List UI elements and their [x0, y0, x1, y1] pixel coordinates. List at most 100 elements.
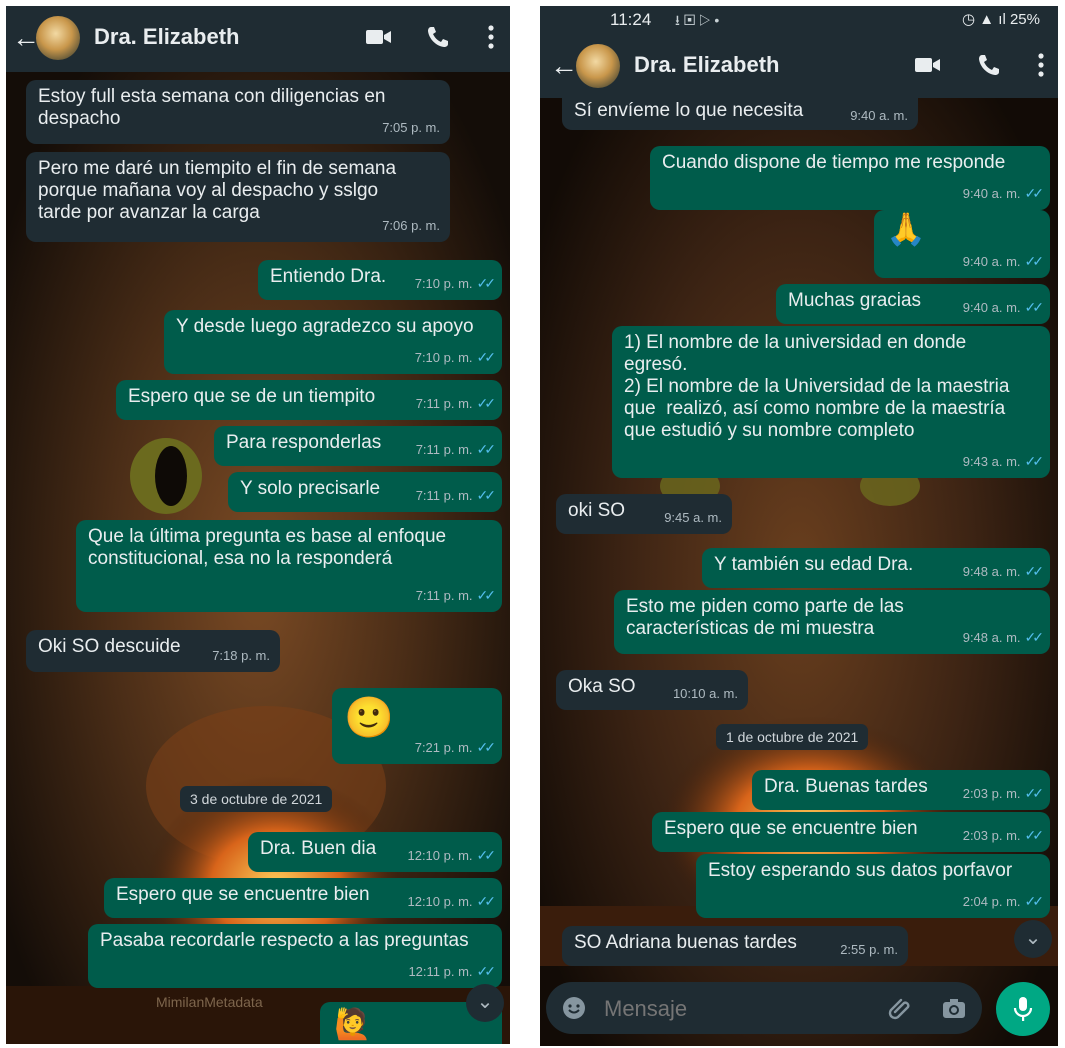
message-time: 7:10 p. m. ✓✓ — [414, 275, 496, 291]
message-time: 7:11 p. m. ✓✓ — [415, 395, 497, 411]
message-time: 9:48 a. m. ✓✓ — [962, 629, 1044, 645]
message-incoming[interactable]: Sí envíeme lo que necesita 9:40 a. m. — [562, 98, 918, 130]
message-outgoing[interactable]: Dra. Buen dia 12:10 p. m. ✓✓ — [248, 832, 502, 872]
message-time: 2:03 p. m. ✓✓ — [962, 785, 1044, 801]
read-ticks-icon: ✓✓ — [476, 487, 497, 503]
message-time: 7:21 p. m. ✓✓ — [414, 739, 497, 755]
message-time: 7:10 p. m. ✓✓ — [414, 349, 496, 365]
contact-name[interactable]: Dra. Elizabeth — [94, 24, 239, 50]
chat-header: ← Dra. Elizabeth — [540, 36, 1058, 98]
message-text: Para responderlas — [226, 432, 382, 453]
message-time: 9:40 a. m. ✓✓ — [962, 253, 1044, 269]
message-text: Y solo precisarle — [240, 478, 381, 499]
message-outgoing[interactable]: Esto me piden como parte de las caracter… — [614, 590, 1050, 654]
message-input[interactable] — [602, 994, 846, 1024]
message-time: 10:10 a. m. — [672, 686, 738, 701]
emoji-smile: 🙂 — [344, 696, 394, 740]
read-ticks-icon: ✓✓ — [1024, 563, 1045, 579]
contact-name[interactable]: Dra. Elizabeth — [634, 52, 779, 78]
message-outgoing[interactable]: 🙂 7:21 p. m. ✓✓ — [332, 688, 502, 764]
emoji-raising-hand: 🙋 — [334, 1008, 372, 1041]
read-ticks-icon: ✓✓ — [1024, 299, 1045, 315]
message-time: 9:48 a. m. ✓✓ — [962, 563, 1045, 579]
scroll-to-bottom-button[interactable]: ⌄ — [466, 984, 504, 1022]
microphone-icon — [1013, 997, 1033, 1021]
read-ticks-icon: ✓✓ — [476, 395, 497, 411]
message-outgoing[interactable]: Entiendo Dra. 7:10 p. m. ✓✓ — [258, 260, 502, 300]
read-ticks-icon: ✓✓ — [1024, 827, 1045, 843]
read-ticks-icon: ✓✓ — [476, 739, 497, 755]
read-ticks-icon: ✓✓ — [476, 847, 497, 863]
read-ticks-icon: ✓✓ — [476, 893, 497, 909]
message-incoming[interactable]: Estoy full esta semana con diligencias e… — [26, 80, 450, 144]
message-text: Cuando dispone de tiempo me responde — [662, 152, 1006, 173]
voice-call-icon[interactable] — [972, 48, 1006, 82]
status-time: 11:24 — [610, 10, 652, 29]
message-text: Estoy esperando sus datos porfavor — [708, 860, 1013, 881]
signal-icon: ◷ ▲ ıl — [962, 11, 1010, 28]
message-outgoing[interactable]: Espero que se de un tiempito 7:11 p. m. ✓… — [116, 380, 502, 420]
message-outgoing[interactable]: Pasaba recordarle respecto a las pregunt… — [88, 924, 502, 988]
message-time: 7:11 p. m. ✓✓ — [415, 441, 497, 457]
message-incoming[interactable]: Oki SO descuide 7:18 p. m. — [26, 630, 280, 672]
message-time: 7:06 p. m. — [382, 218, 440, 233]
message-outgoing[interactable]: Dra. Buenas tardes 2:03 p. m. ✓✓ — [752, 770, 1050, 810]
message-text: Oki SO descuide — [38, 636, 181, 657]
contact-avatar[interactable] — [36, 16, 80, 60]
date-separator: 1 de octubre de 2021 — [716, 724, 869, 750]
message-incoming[interactable]: Oka SO 10:10 a. m. — [556, 670, 748, 710]
message-time: 7:11 p. m. ✓✓ — [415, 587, 496, 603]
camera-icon[interactable] — [940, 994, 968, 1022]
message-outgoing[interactable]: Muchas gracias 9:40 a. m. ✓✓ — [776, 284, 1050, 324]
voice-call-icon[interactable] — [421, 20, 455, 54]
back-arrow-icon[interactable]: ← — [550, 52, 578, 80]
message-time: 9:40 a. m. ✓✓ — [962, 299, 1045, 315]
message-outgoing[interactable]: Espero que se encuentre bien 12:10 p. m.… — [104, 878, 502, 918]
message-outgoing[interactable]: Estoy esperando sus datos porfavor 2:04 … — [696, 854, 1050, 918]
read-ticks-icon: ✓✓ — [476, 963, 497, 979]
message-time: 9:40 a. m. — [850, 108, 908, 123]
message-text: Muchas gracias — [788, 290, 922, 311]
message-text: Que la última pregunta es base al enfoqu… — [88, 526, 452, 569]
message-outgoing[interactable]: Cuando dispone de tiempo me responde 9:4… — [650, 146, 1050, 210]
message-outgoing[interactable]: Que la última pregunta es base al enfoqu… — [76, 520, 502, 612]
message-text: SO Adriana buenas tardes — [574, 932, 797, 953]
message-text: Dra. Buen dia — [260, 838, 377, 859]
video-call-icon[interactable] — [361, 20, 395, 54]
message-text: oki SO — [568, 500, 626, 521]
message-time: 9:43 a. m. ✓✓ — [962, 453, 1045, 469]
message-text: Y también su edad Dra. — [714, 554, 914, 575]
attach-icon[interactable] — [886, 994, 914, 1022]
right-screenshot: 11:24 ⭳ ▣ ▷ • ◷ ▲ ıl 25% ← Dra. Elizabet… — [540, 6, 1058, 1046]
message-text: Y desde luego agradezco su apoyo — [176, 316, 474, 337]
message-time: 9:45 a. m. — [664, 510, 722, 525]
message-incoming[interactable]: oki SO 9:45 a. m. — [556, 494, 732, 534]
message-text: Espero que se encuentre bien — [664, 818, 918, 839]
message-time: 7:05 p. m. — [382, 120, 440, 135]
message-outgoing[interactable]: 🙏 9:40 a. m. ✓✓ — [874, 210, 1050, 278]
date-separator: 3 de octubre de 2021 — [180, 786, 333, 812]
read-ticks-icon: ✓✓ — [1024, 453, 1045, 469]
message-outgoing[interactable]: Y solo precisarle 7:11 p. m. ✓✓ — [228, 472, 502, 512]
emoji-icon[interactable] — [562, 996, 586, 1020]
message-outgoing[interactable]: Espero que se encuentre bien 2:03 p. m. ✓… — [652, 812, 1050, 852]
video-call-icon[interactable] — [910, 48, 944, 82]
read-ticks-icon: ✓✓ — [476, 441, 497, 457]
microphone-button[interactable] — [996, 982, 1050, 1036]
scroll-to-bottom-button[interactable]: ⌄ — [1014, 920, 1052, 958]
more-options-icon[interactable] — [1024, 48, 1058, 82]
message-outgoing[interactable]: Y también su edad Dra. 9:48 a. m. ✓✓ — [702, 548, 1050, 588]
message-outgoing[interactable]: Para responderlas 7:11 p. m. ✓✓ — [214, 426, 502, 466]
message-incoming[interactable]: Pero me daré un tiempito el fin de seman… — [26, 152, 450, 242]
watermark: MimilanMetadata — [156, 994, 263, 1010]
contact-avatar[interactable] — [576, 44, 620, 88]
message-time: 2:55 p. m. — [840, 942, 898, 957]
more-options-icon[interactable] — [474, 20, 508, 54]
message-text: Sí envíeme lo que necesita — [574, 100, 804, 121]
message-incoming[interactable]: SO Adriana buenas tardes 2:55 p. m. — [562, 926, 908, 966]
message-outgoing[interactable]: 1) El nombre de la universidad en donde … — [612, 326, 1050, 478]
message-outgoing[interactable]: Y desde luego agradezco su apoyo 7:10 p.… — [164, 310, 502, 374]
message-text: Oka SO — [568, 676, 636, 697]
left-screenshot: ← Dra. Elizabeth Estoy full esta semana … — [6, 6, 510, 1044]
notification-icons: ⭳ ▣ ▷ • — [675, 12, 720, 28]
